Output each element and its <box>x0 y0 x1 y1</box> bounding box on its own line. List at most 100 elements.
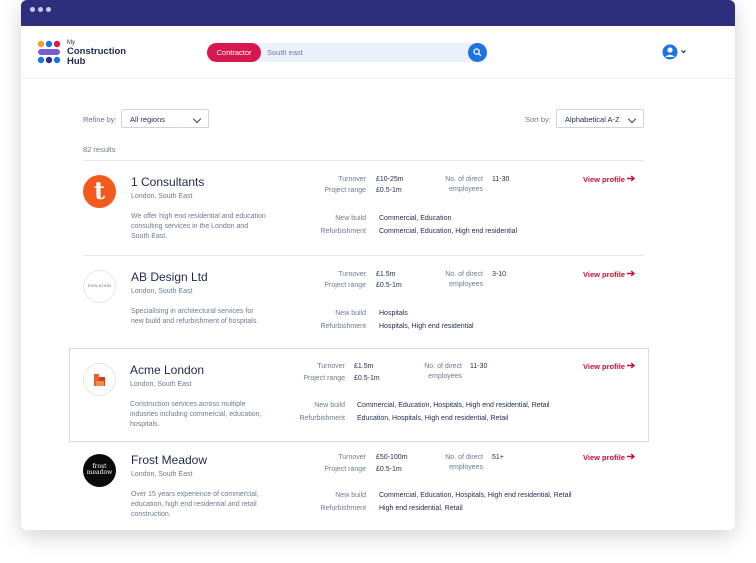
company-card: EVOLUTION AB Design Ltd London, South Ea… <box>83 255 644 350</box>
company-location: London, South East <box>131 288 193 295</box>
turnover-label: Turnover <box>338 271 366 278</box>
company-logo: EVOLUTION <box>83 270 116 303</box>
company-logo <box>83 363 116 396</box>
refurbishment-label: Refurbishment <box>299 415 345 422</box>
employees-value: 11-30 <box>470 363 488 370</box>
company-description: We offer high end residential and educat… <box>131 213 266 240</box>
view-profile-link[interactable]: View profile <box>583 175 636 184</box>
refurbishment-value: Hospitals, High end residential <box>379 323 474 330</box>
turnover-value: £10-25m <box>376 176 404 183</box>
arrow-right-icon <box>627 175 636 182</box>
logo-icon[interactable] <box>37 40 61 64</box>
user-menu[interactable] <box>662 43 690 61</box>
sort-label: Sort by: <box>525 115 551 124</box>
view-profile-label: View profile <box>583 362 625 371</box>
employees-label: No. of direct <box>424 363 462 370</box>
window-titlebar <box>21 0 735 26</box>
chevron-down-icon <box>627 114 637 124</box>
new-build-label: New build <box>314 402 345 409</box>
view-profile-label: View profile <box>583 175 625 184</box>
project-range-value: £0.5-1m <box>376 282 402 289</box>
logo-letter: t <box>93 176 106 205</box>
company-logo: t <box>83 175 116 208</box>
logo-text: EVOLUTION <box>88 284 111 288</box>
employees-value: 3-10 <box>492 271 507 278</box>
view-profile-link[interactable]: View profile <box>583 270 636 279</box>
site-header: My Construction Hub Contractor <box>21 26 735 79</box>
refurbishment-label: Refurbishment <box>320 323 366 330</box>
building-icon <box>94 374 105 386</box>
new-build-label: New build <box>335 492 366 499</box>
turnover-value: £1.5m <box>376 271 396 278</box>
employees-value: 11-30 <box>492 176 510 183</box>
chevron-down-icon <box>681 50 686 54</box>
arrow-right-icon <box>627 362 636 369</box>
new-build-value: Commercial, Education, Hospitals, High e… <box>379 492 572 499</box>
employees-value: 51+ <box>492 454 504 461</box>
sort-select[interactable]: Alphabetical A-Z <box>556 109 644 128</box>
employees-label: No. of direct <box>445 454 483 461</box>
new-build-value: Commercial, Education, Hospitals, High e… <box>357 402 550 409</box>
search-button[interactable] <box>468 43 487 62</box>
search-bar: Contractor <box>207 43 487 62</box>
employees-label: No. of direct <box>445 271 483 278</box>
logo-text[interactable]: My Construction Hub <box>67 40 126 67</box>
turnover-label: Turnover <box>338 454 366 461</box>
browser-window: My Construction Hub Contractor Refine <box>21 0 735 530</box>
results-count: 82 results <box>83 145 116 154</box>
company-name[interactable]: Acme London <box>130 363 204 377</box>
view-profile-label: View profile <box>583 270 625 279</box>
category-pill[interactable]: Contractor <box>207 43 261 62</box>
company-description: Specialising in architectural services f… <box>131 308 259 325</box>
turnover-value: £1.5m <box>354 363 374 370</box>
project-range-value: £0.5-1m <box>376 187 402 194</box>
window-dot <box>30 7 35 12</box>
new-build-label: New build <box>335 310 366 317</box>
project-range-value: £0.5-1m <box>376 466 402 473</box>
refurbishment-value: Education, Hospitals, High end residenti… <box>357 415 509 422</box>
new-build-value: Commercial, Education <box>379 215 452 222</box>
logo-line2: meadow <box>86 469 113 476</box>
turnover-label: Turnover <box>338 176 366 183</box>
arrow-right-icon <box>627 270 636 277</box>
view-profile-label: View profile <box>583 453 625 462</box>
employees-label-2: employees <box>449 186 483 193</box>
company-location: London, South East <box>131 471 193 478</box>
refurbishment-value: Commercial, Education, High end resident… <box>379 228 518 235</box>
turnover-label: Turnover <box>317 363 345 370</box>
window-dot <box>46 7 51 12</box>
company-location: London, South East <box>130 381 192 388</box>
view-profile-link[interactable]: View profile <box>583 362 636 371</box>
company-name[interactable]: AB Design Ltd <box>131 270 208 284</box>
region-select-value: All regions <box>130 115 166 124</box>
company-logo: frost meadow <box>83 454 116 487</box>
project-range-label: Project range <box>303 375 345 382</box>
company-name[interactable]: Frost Meadow <box>131 453 207 467</box>
project-range-label: Project range <box>324 466 366 473</box>
new-build-value: Hospitals <box>379 310 408 317</box>
sort-select-value: Alphabetical A-Z <box>565 115 620 124</box>
search-input[interactable] <box>267 43 457 62</box>
chevron-down-icon <box>192 114 202 124</box>
window-dot <box>38 7 43 12</box>
search-icon <box>473 48 482 57</box>
employees-label-2: employees <box>449 464 483 471</box>
refurbishment-label: Refurbishment <box>320 228 366 235</box>
refurbishment-label: Refurbishment <box>320 505 366 512</box>
arrow-right-icon <box>627 453 636 460</box>
view-profile-link[interactable]: View profile <box>583 453 636 462</box>
new-build-label: New build <box>335 215 366 222</box>
project-range-value: £0.5-1m <box>354 375 380 382</box>
project-range-label: Project range <box>324 282 366 289</box>
logo-line3: Hub <box>67 56 86 67</box>
employees-label-2: employees <box>428 373 462 380</box>
refurbishment-value: High end residential, Retail <box>379 505 463 512</box>
company-name[interactable]: 1 Consultants <box>131 175 204 189</box>
company-description: Over 15 years experience of commercial, … <box>131 491 259 518</box>
company-location: London, South East <box>131 193 193 200</box>
company-card: t 1 Consultants London, South East We of… <box>83 160 644 255</box>
employees-label: No. of direct <box>445 176 483 183</box>
company-card-highlighted[interactable]: Acme London London, South East Construct… <box>69 348 649 442</box>
company-card: frost meadow Frost Meadow London, South … <box>83 444 644 530</box>
region-select[interactable]: All regions <box>121 109 209 128</box>
